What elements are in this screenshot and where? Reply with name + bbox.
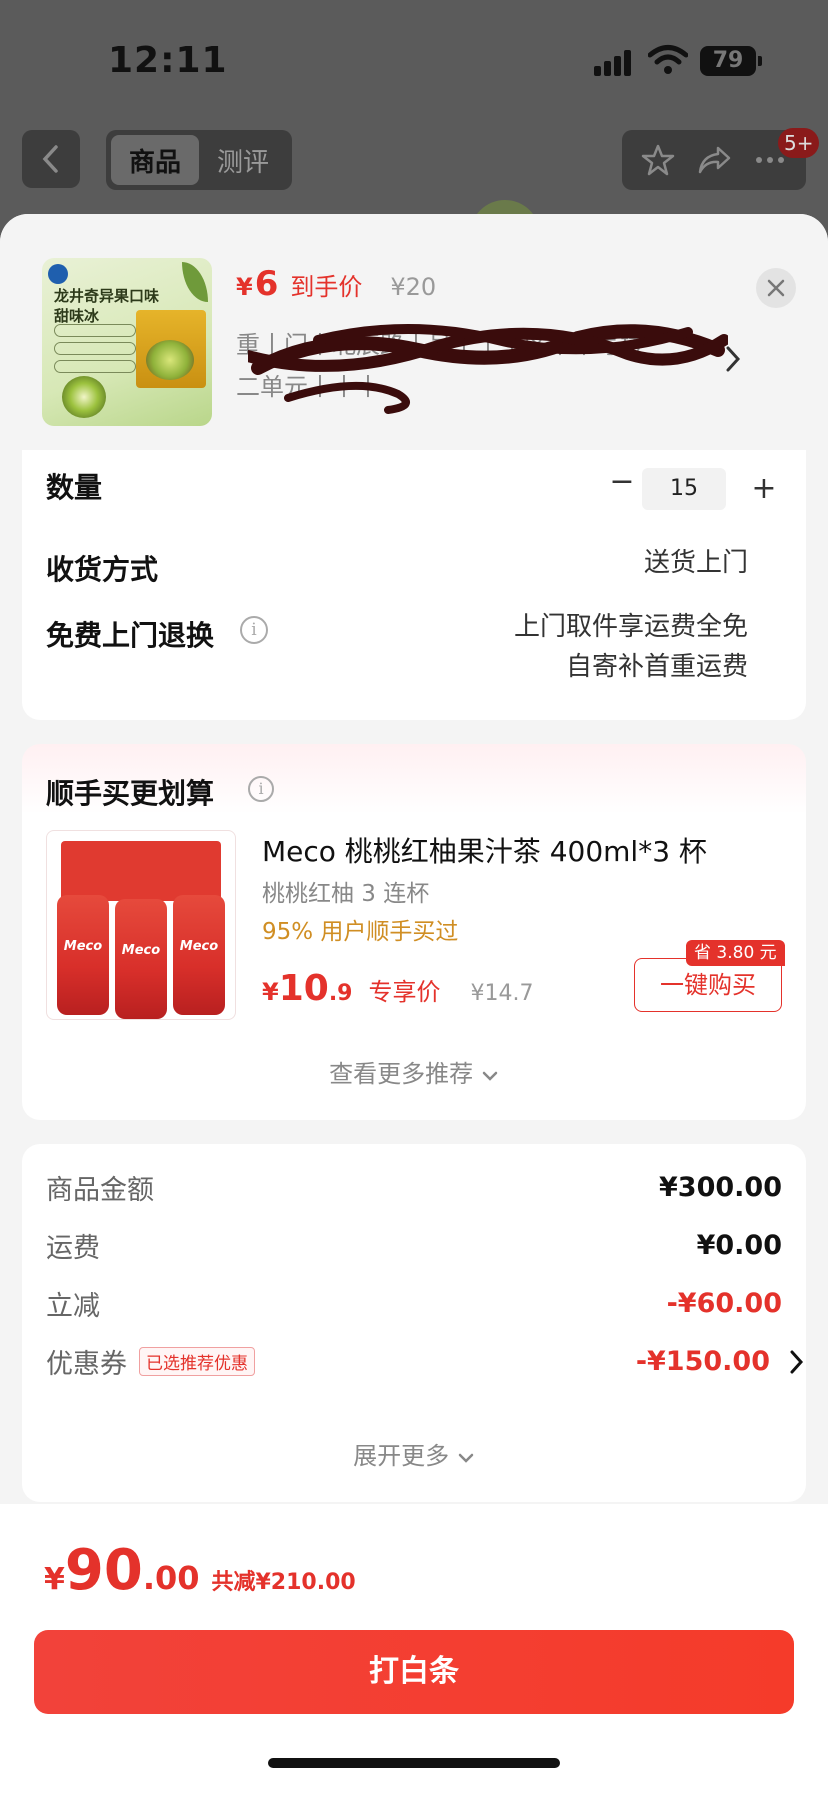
more-recommendations-label: 查看更多推荐 xyxy=(329,1060,474,1088)
checkout-footer: ¥ 90 .00 共减¥210.00 打白条 xyxy=(0,1504,828,1796)
checkout-sheet: 龙井奇异果口味 甜味冰 ¥ 6 到手价 ¥20 重丨门丨北辰路丨号丨丨丨区丨丨号楼… xyxy=(0,214,828,1796)
battery-icon: 79 xyxy=(700,46,762,76)
total-int: 90 xyxy=(64,1538,143,1603)
upsell-price-dec: .9 xyxy=(328,981,353,1006)
options-card: 数量 − 15 + 收货方式 送货上门 免费上门退换 i 上门取件享运费全免 自… xyxy=(22,450,806,720)
coupon-tag: 已选推荐优惠 xyxy=(139,1347,255,1376)
delivery-value: 送货上门 xyxy=(643,548,748,578)
final-price: 6 xyxy=(254,264,279,304)
summary-row: 商品金额 ¥300.00 xyxy=(46,1168,782,1207)
tab-review[interactable]: 测评 xyxy=(199,135,287,185)
delivery-label: 收货方式 xyxy=(46,553,159,586)
total-currency: ¥ xyxy=(44,1562,65,1597)
home-indicator xyxy=(268,1758,560,1768)
redaction-scribble xyxy=(248,324,728,414)
info-icon[interactable]: i xyxy=(248,776,274,802)
can-label: Meco xyxy=(179,939,219,954)
tab-product[interactable]: 商品 xyxy=(111,135,199,185)
coupon-row[interactable]: 优惠券 已选推荐优惠 -¥150.00 xyxy=(46,1342,804,1381)
price-summary-card: 商品金额 ¥300.00 运费 ¥0.00 立减 -¥60.00 优惠券 已选推… xyxy=(22,1144,806,1502)
close-button[interactable] xyxy=(756,268,796,308)
total-savings: 共减¥210.00 xyxy=(211,1570,356,1595)
expand-more-label: 展开更多 xyxy=(353,1442,450,1470)
signal-icon xyxy=(594,48,636,76)
expand-more-link[interactable]: 展开更多 xyxy=(22,1436,806,1471)
product-thumbnail: 龙井奇异果口味 甜味冰 xyxy=(42,258,212,426)
chevron-right-icon xyxy=(790,1350,804,1373)
summary-value: -¥150.00 xyxy=(635,1346,770,1377)
return-label: 免费上门退换 xyxy=(46,619,215,652)
summary-label: 商品金额 xyxy=(46,1175,154,1206)
chevron-left-icon xyxy=(42,145,58,173)
upsell-card: 顺手买更划算 i Meco Meco Meco Meco 桃桃红柚果汁茶 400… xyxy=(22,744,806,1120)
final-price-label: 到手价 xyxy=(290,273,363,301)
pay-button[interactable]: 打白条 xyxy=(34,1630,794,1714)
brand-logo-icon xyxy=(48,264,68,284)
info-icon[interactable]: i xyxy=(240,616,268,644)
save-badge: 省 3.80 元 xyxy=(686,940,785,966)
quantity-input[interactable]: 15 xyxy=(642,468,726,510)
quantity-plus-button[interactable]: + xyxy=(744,468,784,510)
upsell-product-subtitle: 桃桃红柚 3 连杯 xyxy=(262,881,430,907)
can-label: Meco xyxy=(63,939,103,954)
upsell-product-name[interactable]: Meco 桃桃红柚果汁茶 400ml*3 杯 xyxy=(262,830,707,870)
chevron-down-icon xyxy=(482,1071,498,1081)
address-chevron-icon[interactable] xyxy=(724,344,742,374)
star-icon[interactable] xyxy=(640,142,676,178)
price-line: ¥ 6 到手价 ¥20 xyxy=(236,264,436,304)
wifi-icon xyxy=(648,45,688,74)
return-value-1: 上门取件享运费全免 xyxy=(513,612,748,642)
status-bar: 12:11 79 xyxy=(0,0,828,120)
product-header: 龙井奇异果口味 甜味冰 ¥ 6 到手价 ¥20 重丨门丨北辰路丨号丨丨丨区丨丨号楼… xyxy=(0,214,828,450)
upsell-buy-percent: 95% 用户顺手买过 xyxy=(262,919,459,945)
back-button[interactable] xyxy=(22,130,80,188)
notification-badge: 5+ xyxy=(778,128,820,158)
summary-label: 运费 xyxy=(46,1233,100,1264)
price-currency: ¥ xyxy=(236,273,253,301)
status-time: 12:11 xyxy=(108,40,228,81)
summary-value: -¥60.00 xyxy=(666,1288,782,1319)
quantity-label: 数量 xyxy=(46,471,103,504)
upsell-original-price: ¥14.7 xyxy=(470,981,534,1006)
original-price: ¥20 xyxy=(390,273,437,301)
total-dec: .00 xyxy=(142,1559,200,1597)
product-box xyxy=(136,310,206,388)
summary-value: ¥300.00 xyxy=(659,1172,782,1203)
upsell-price: ¥ 10 .9 专享价 ¥14.7 xyxy=(262,968,533,1009)
can-label: Meco xyxy=(121,943,161,958)
more-recommendations-link[interactable]: 查看更多推荐 xyxy=(22,1054,806,1089)
close-icon xyxy=(767,279,785,297)
upsell-price-tag: 专享价 xyxy=(368,978,441,1006)
total-price: ¥ 90 .00 共减¥210.00 xyxy=(44,1538,356,1603)
one-click-buy-button[interactable]: 一键购买 xyxy=(634,958,782,1012)
upsell-title: 顺手买更划算 xyxy=(46,777,215,810)
summary-row: 运费 ¥0.00 xyxy=(46,1226,782,1265)
kiwi-image xyxy=(62,376,106,418)
upsell-product-image[interactable]: Meco Meco Meco xyxy=(46,830,236,1020)
summary-value: ¥0.00 xyxy=(696,1230,782,1261)
leaf-decoration xyxy=(182,262,208,302)
summary-label: 优惠券 xyxy=(46,1349,127,1380)
quantity-minus-button[interactable]: − xyxy=(602,462,642,502)
upsell-price-int: 10 xyxy=(278,968,329,1009)
summary-label: 立减 xyxy=(46,1291,100,1322)
share-icon[interactable] xyxy=(696,142,732,178)
chevron-down-icon xyxy=(458,1453,474,1463)
nav-tabs: 商品 测评 xyxy=(106,130,292,190)
return-value-2: 自寄补首重运费 xyxy=(565,652,748,682)
summary-row: 立减 -¥60.00 xyxy=(46,1284,782,1323)
upsell-price-currency: ¥ xyxy=(262,978,279,1006)
